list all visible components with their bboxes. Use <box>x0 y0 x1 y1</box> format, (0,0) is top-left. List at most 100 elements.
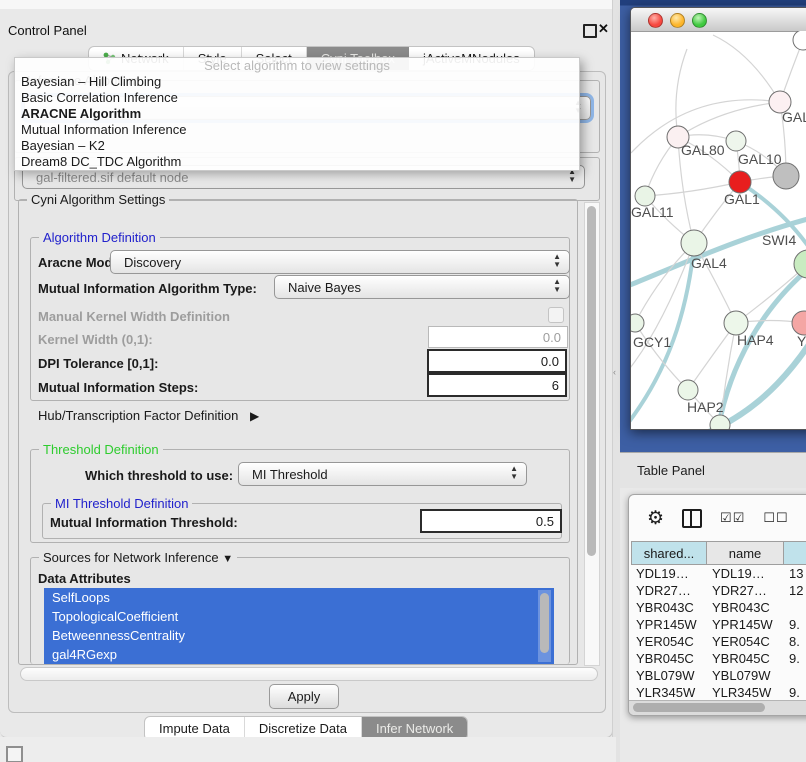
network-node-y[interactable] <box>792 311 806 335</box>
sources-group-title: Sources for Network Inference ▼ <box>39 550 237 565</box>
apply-button[interactable]: Apply <box>269 684 339 709</box>
cytoscape-desktop: GALGAL80GAL10GAL1GAL11GAL4SWI4GCY1HAP4YH… <box>620 0 806 452</box>
deselect-all-icon[interactable]: ☐☐ <box>763 510 788 526</box>
manual-kernel-width-checkbox[interactable] <box>548 307 564 323</box>
popup-item-bayesian-k2[interactable]: Bayesian – K2 <box>15 138 579 154</box>
mi-threshold-label: Mutual Information Threshold: <box>50 515 238 530</box>
minimized-panel-icon[interactable] <box>6 746 23 762</box>
attribute-list-scrollbar[interactable] <box>538 590 551 662</box>
network-node-gcy1[interactable] <box>631 314 644 332</box>
which-threshold-label: Which threshold to use: <box>85 468 233 483</box>
network-node-label: GAL10 <box>738 151 782 167</box>
network-node-hap2[interactable] <box>678 380 698 400</box>
network-node-gal1[interactable] <box>729 171 751 193</box>
network-node-gal11[interactable] <box>635 186 655 206</box>
gear-icon[interactable]: ⚙ <box>647 509 664 528</box>
attribute-item-betweennesscentrality[interactable]: BetweennessCentrality <box>44 626 554 645</box>
network-node[interactable] <box>773 163 799 189</box>
zoom-traffic-light[interactable] <box>692 13 707 28</box>
float-window-icon[interactable] <box>583 24 597 38</box>
network-edge <box>713 35 780 102</box>
network-node-swi4[interactable] <box>794 250 806 278</box>
control-panel-title: Control Panel <box>8 23 87 38</box>
settings-vertical-scrollbar[interactable] <box>584 202 600 666</box>
attribute-item-gal4rgexp[interactable]: gal4RGexp <box>44 645 554 664</box>
network-canvas[interactable]: GALGAL80GAL10GAL1GAL11GAL4SWI4GCY1HAP4YH… <box>631 31 806 429</box>
settings-horizontal-scrollbar[interactable] <box>20 667 598 681</box>
table-cell <box>784 599 806 616</box>
table-panel-body: ⚙ ☑☑ ☐☐ shared...nameAYDL19…YDL19…13YDR2… <box>620 488 806 762</box>
close-icon[interactable]: ✕ <box>598 21 609 37</box>
table-cell: YBL079W <box>707 667 784 684</box>
attribute-item-selfloops[interactable]: SelfLoops <box>44 588 554 607</box>
network-node[interactable] <box>793 31 806 50</box>
cyni-algorithm-settings-title: Cyni Algorithm Settings <box>27 192 169 207</box>
hub-definition-toggle[interactable]: Hub/Transcription Factor Definition ▶ <box>38 408 259 423</box>
network-node-gal4[interactable] <box>681 230 707 256</box>
table-row[interactable]: YBL079WYBL079W <box>631 667 806 684</box>
network-node-label: HAP4 <box>737 332 774 348</box>
table-cell: YDL19… <box>631 565 707 582</box>
aracne-mode-combobox[interactable]: Discovery ▲▼ <box>110 250 570 274</box>
network-node-gal10[interactable] <box>726 131 746 151</box>
expand-arrow-icon: ▶ <box>250 409 259 423</box>
mi-algorithm-type-combobox[interactable]: Naive Bayes ▲▼ <box>274 275 570 299</box>
table-cell: YBR045C <box>707 650 784 667</box>
table-row[interactable]: YER054CYER054C8. <box>631 633 806 650</box>
table-cell: YLR345W <box>631 684 707 701</box>
table-cell: YBL079W <box>631 667 707 684</box>
network-view-window: GALGAL80GAL10GAL1GAL11GAL4SWI4GCY1HAP4YH… <box>630 7 806 430</box>
column-header-shared[interactable]: shared... <box>631 541 707 565</box>
combo-stepper-icon: ▲▼ <box>510 465 518 481</box>
divider-handle-icon[interactable]: ‹ <box>613 368 618 377</box>
mi-threshold-field[interactable]: 0.5 <box>420 509 562 533</box>
combo-stepper-icon: ▲▼ <box>553 278 561 294</box>
table-horizontal-scrollbar[interactable] <box>629 700 806 715</box>
combo-stepper-icon: ▲▼ <box>553 253 561 269</box>
table-cell: 8. <box>784 633 806 650</box>
algorithm-definition-title: Algorithm Definition <box>39 230 160 245</box>
network-edge <box>676 49 687 137</box>
column-header-name[interactable]: name <box>707 541 784 565</box>
split-pane-icon[interactable] <box>682 509 702 528</box>
table-cell: 12 <box>784 582 806 599</box>
table-row[interactable]: YDR27…YDR27…12 <box>631 582 806 599</box>
application-window: Control Panel ✕ NetworkStyleSelectCyni T… <box>0 0 806 762</box>
popup-item-bayesian-hill-climbing[interactable]: Bayesian – Hill Climbing <box>15 74 579 90</box>
table-cell: YBR045C <box>631 650 707 667</box>
which-threshold-combobox[interactable]: MI Threshold ▲▼ <box>238 462 527 486</box>
table-row[interactable]: YDL19…YDL19…13 <box>631 565 806 582</box>
popup-item-dream8-dc-tdc-algorithm[interactable]: Dream8 DC_TDC Algorithm <box>15 154 579 170</box>
collapse-arrow-icon: ▼ <box>222 553 233 565</box>
attribute-item-topologicalcoefficient[interactable]: TopologicalCoefficient <box>44 607 554 626</box>
network-edge <box>678 102 780 137</box>
table-row[interactable]: YLR345WYLR345W9. <box>631 684 806 701</box>
table-row[interactable]: YBR045CYBR045C9. <box>631 650 806 667</box>
close-traffic-light[interactable] <box>648 13 663 28</box>
network-edge <box>631 216 806 287</box>
table-cell <box>784 667 806 684</box>
mi-steps-field[interactable]: 6 <box>427 373 567 397</box>
table-row[interactable]: YBR043CYBR043C <box>631 599 806 616</box>
hub-definition-label: Hub/Transcription Factor Definition <box>38 408 238 423</box>
status-strip <box>0 737 616 762</box>
network-node-label: GCY1 <box>633 334 671 350</box>
mi-algorithm-type-label: Mutual Information Algorithm Type: <box>38 281 257 296</box>
table-panel-title: Table Panel <box>637 463 705 478</box>
table-cell: YPR145W <box>631 616 707 633</box>
network-node-label: GAL <box>782 109 806 125</box>
table-cell: YDR27… <box>707 582 784 599</box>
algorithm-dropdown-popup: Select algorithm to view settingsBayesia… <box>14 57 580 171</box>
column-header-A[interactable]: A <box>784 541 806 565</box>
select-all-icon[interactable]: ☑☑ <box>720 510 745 526</box>
network-window-titlebar[interactable] <box>631 8 806 32</box>
dpi-tolerance-field[interactable]: 0.0 <box>427 349 567 373</box>
table-row[interactable]: YPR145WYPR145W9. <box>631 616 806 633</box>
popup-item-mutual-information-inference[interactable]: Mutual Information Inference <box>15 122 579 138</box>
dpi-tolerance-label: DPI Tolerance [0,1]: <box>38 356 158 371</box>
table-cell: YDL19… <box>707 565 784 582</box>
kernel-width-field[interactable]: 0.0 <box>428 326 568 348</box>
popup-item-aracne-algorithm[interactable]: ARACNE Algorithm <box>15 106 579 122</box>
popup-item-basic-correlation-inference[interactable]: Basic Correlation Inference <box>15 90 579 106</box>
minimize-traffic-light[interactable] <box>670 13 685 28</box>
